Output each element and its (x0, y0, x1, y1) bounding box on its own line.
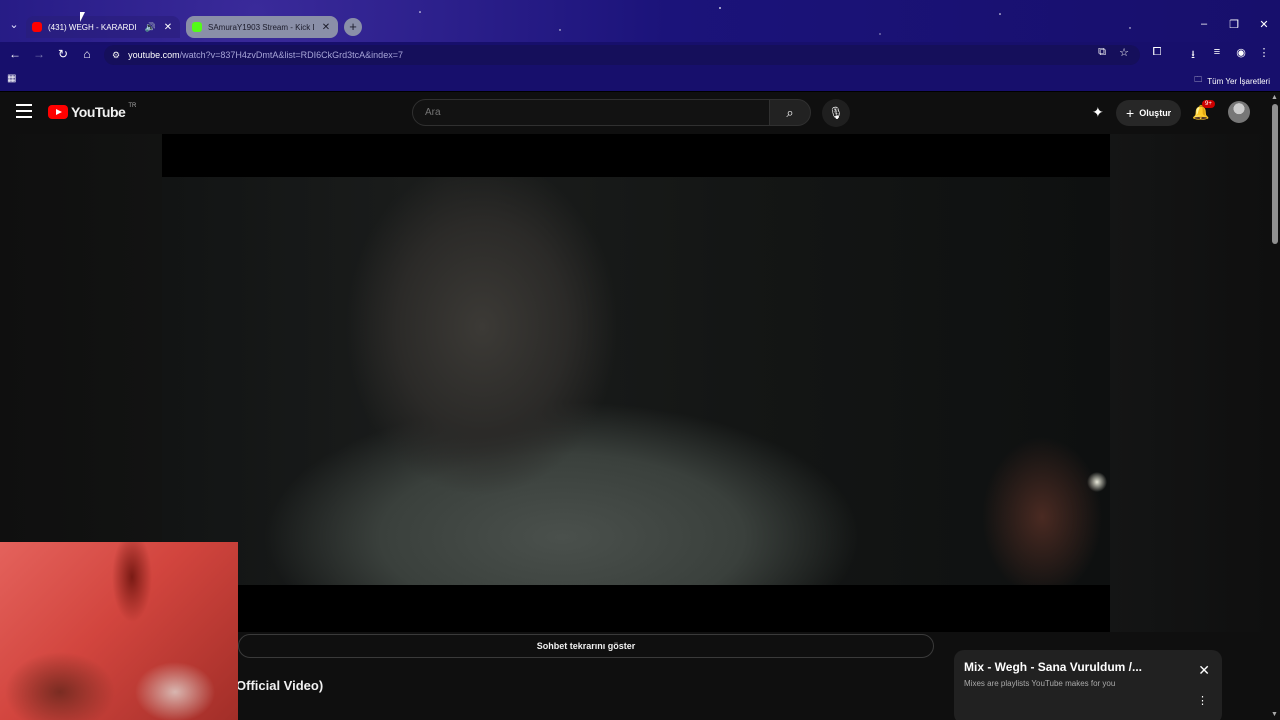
youtube-play-icon (48, 105, 68, 119)
mix-title[interactable]: Mix - Wegh - Sana Vuruldum /... (964, 660, 1212, 674)
profile-icon[interactable]: ◉ (1232, 46, 1250, 59)
close-window-icon[interactable]: ✕ (1254, 18, 1274, 31)
close-tab-icon[interactable]: ✕ (320, 22, 332, 33)
speaker-icon[interactable]: 🔊 (145, 22, 156, 33)
video-title: Official Video) (236, 678, 324, 693)
reload-icon[interactable]: ↻ (54, 47, 72, 63)
install-app-icon[interactable]: ⧉ (1093, 46, 1111, 59)
logo-text: YouTube (71, 104, 126, 120)
create-label: Oluştur (1139, 108, 1172, 118)
address-bar-row: ← → ↻ ⌂ ⚙ youtube.com/watch?v=837H4zvDmt… (0, 42, 1280, 68)
mouse-cursor (80, 12, 85, 22)
search-icon: ⌕ (786, 105, 794, 120)
media-control-icon[interactable]: ≡ (1208, 46, 1226, 58)
webcam-overlay (0, 542, 238, 720)
ambient-glow-right (1110, 134, 1270, 632)
forward-icon[interactable]: → (30, 47, 48, 63)
search-input[interactable] (412, 99, 770, 126)
download-icon[interactable]: ⭳ (1184, 46, 1202, 65)
back-icon[interactable]: ← (6, 47, 24, 63)
home-icon[interactable]: ⌂ (78, 47, 96, 63)
mix-subtitle: Mixes are playlists YouTube makes for yo… (964, 679, 1116, 688)
create-button[interactable]: + Oluştur (1116, 100, 1182, 126)
youtube-logo[interactable]: YouTube TR (48, 103, 137, 120)
scroll-up-icon[interactable]: ▲ (1271, 94, 1278, 101)
show-chat-replay-button[interactable]: Sohbet tekrarını göster (238, 634, 934, 658)
all-bookmarks-button[interactable]: 🗀 Tüm Yer İşaretleri (1194, 74, 1270, 88)
url-field[interactable]: ⚙ youtube.com/watch?v=837H4zvDmtA&list=R… (104, 45, 1140, 65)
mix-playlist-panel[interactable]: Mix - Wegh - Sana Vuruldum /... Mixes ar… (954, 650, 1222, 720)
kick-favicon-icon (192, 22, 202, 32)
tab-youtube[interactable]: (431) WEGH - KARARDI BU 🔊 ✕ (26, 16, 180, 38)
browser-tab-bar: ⌄ (431) WEGH - KARARDI BU 🔊 ✕ SAmuraY190… (0, 0, 1280, 81)
avatar[interactable] (1228, 101, 1250, 123)
gemini-icon[interactable]: ✦ (1092, 104, 1104, 121)
tab-title: (431) WEGH - KARARDI BU (48, 22, 139, 32)
close-icon[interactable]: ✕ (1198, 662, 1210, 679)
url-path: /watch?v=837H4zvDmtA&list=RDI6CkGrd3tcA&… (179, 50, 403, 60)
youtube-favicon-icon (32, 22, 42, 32)
notification-badge: 9+ (1202, 100, 1215, 108)
folder-icon: 🗀 (1194, 75, 1203, 84)
tab-kick[interactable]: SAmuraY1903 Stream - Kick D... ✕ (186, 16, 338, 38)
bookmarks-bar: ▦ 🗀 Tüm Yer İşaretleri (0, 68, 1280, 92)
scroll-down-icon[interactable]: ▼ (1271, 711, 1278, 718)
star-icon[interactable]: ☆ (1115, 46, 1133, 59)
url-host: youtube.com (128, 50, 180, 60)
scrollbar[interactable]: ▲ ▼ (1270, 92, 1280, 720)
voice-search-button[interactable]: 🎙 (822, 99, 850, 127)
mic-icon: 🎙 (828, 106, 844, 120)
scrollbar-thumb[interactable] (1272, 104, 1278, 244)
tab-title: SAmuraY1903 Stream - Kick D... (208, 22, 314, 32)
extensions-icon[interactable]: ⧠ (1148, 46, 1166, 59)
more-icon[interactable]: ⋮ (1197, 694, 1208, 707)
all-bookmarks-label: Tüm Yer İşaretleri (1207, 76, 1270, 86)
browser-menu-icon[interactable]: ⋮ (1255, 46, 1273, 59)
video-frame (162, 177, 1110, 585)
new-tab-button[interactable]: + (344, 18, 362, 36)
youtube-header: YouTube TR ⌕ 🎙 ✦ + Oluştur 🔔 9+ (0, 92, 1270, 134)
tab-search-icon[interactable]: ⌄ (6, 18, 22, 34)
site-info-icon[interactable]: ⚙ (112, 50, 120, 61)
restore-icon[interactable]: ❐ (1224, 18, 1244, 31)
plus-icon: + (1126, 105, 1135, 121)
menu-icon[interactable] (16, 104, 32, 118)
search-button[interactable]: ⌕ (769, 99, 811, 126)
country-code: TR (128, 103, 137, 109)
video-player[interactable] (162, 134, 1110, 632)
minimize-icon[interactable]: – (1194, 18, 1214, 30)
close-tab-icon[interactable]: ✕ (162, 22, 174, 33)
apps-grid-icon[interactable]: ▦ (7, 73, 19, 85)
